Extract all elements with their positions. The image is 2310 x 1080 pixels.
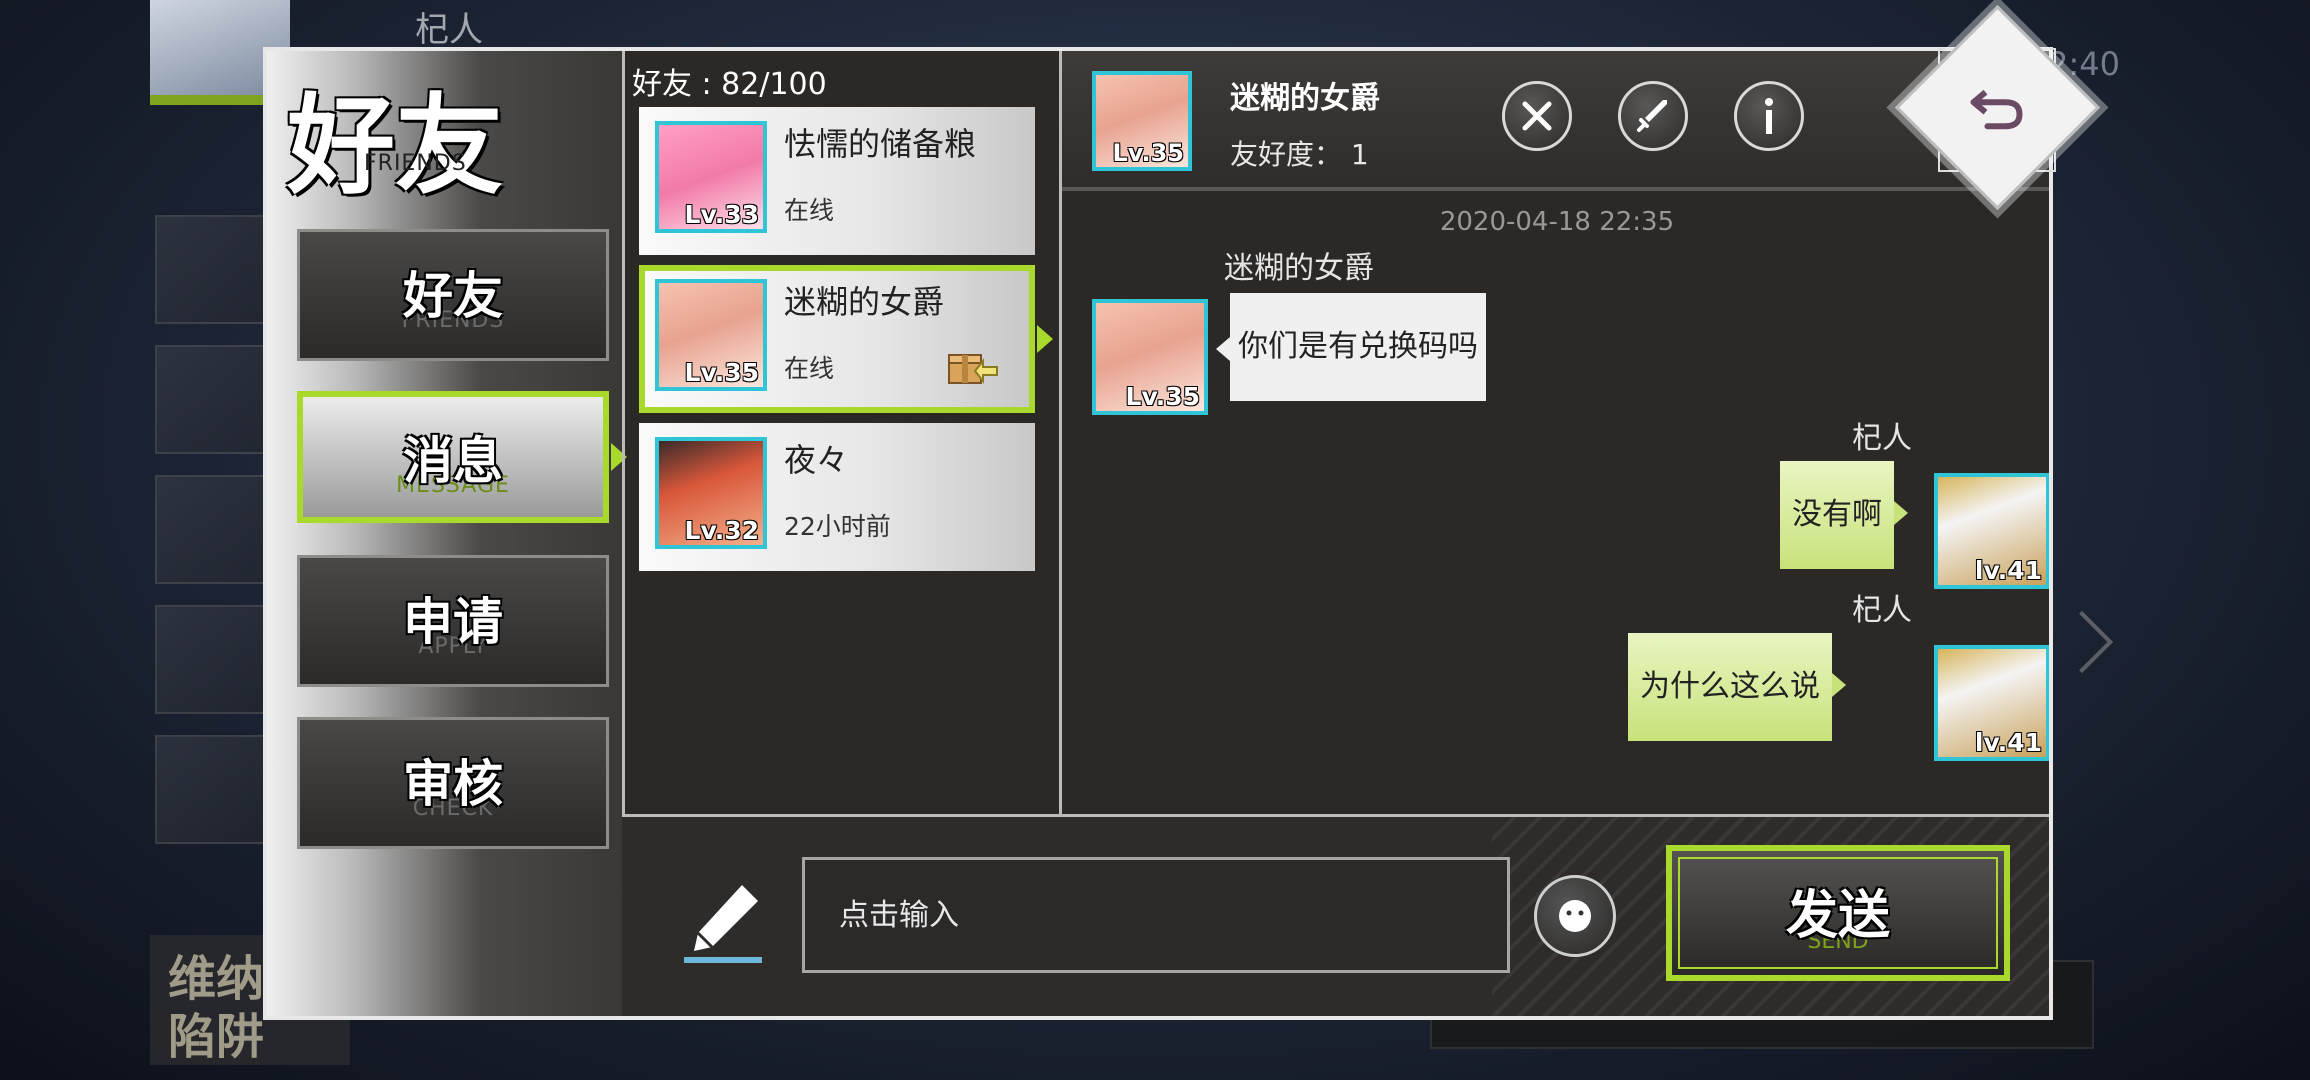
friend-status: 在线: [784, 196, 835, 225]
duel-button[interactable]: [1618, 81, 1688, 151]
chat-messages: 2020-04-18 22:35 Lv.35 迷糊的女爵 你们是有兑换码吗 杞人…: [1062, 187, 2049, 814]
white-hair-avatar-icon[interactable]: lv.41: [1934, 645, 2049, 761]
friend-name: 怯懦的储备粮: [784, 125, 977, 163]
gift-box-icon[interactable]: [947, 345, 999, 387]
close-icon: [1522, 101, 1552, 131]
friends-nav: 好友 FRIENDS 好友 FRIENDS 消息 MESSAGE 申请 APPL…: [267, 51, 627, 1016]
peach-hair-avatar-icon: Lv.35: [655, 279, 767, 391]
avatar-level: Lv.35: [1112, 139, 1185, 167]
nav-button-label: 消息: [403, 432, 503, 490]
bg-tile: [155, 345, 279, 454]
send-button[interactable]: 发送 SEND: [1666, 845, 2010, 981]
friend-status: 22小时前: [784, 512, 891, 541]
nav-apply-button[interactable]: 申请 APPLY: [297, 555, 609, 687]
bg-tile: [155, 215, 279, 324]
nav-button-label: 好友: [403, 267, 503, 325]
avatar-level: Lv.32: [684, 516, 759, 545]
friend-count: 好友 : 82/100: [632, 67, 827, 102]
emoji-button[interactable]: [1534, 875, 1616, 957]
message-bubble: 你们是有兑换码吗: [1216, 293, 1486, 401]
bg-tile: [155, 475, 279, 584]
smiley-icon: [1559, 900, 1591, 932]
pencil-icon: [684, 885, 762, 963]
message-sender: 杞人: [1852, 593, 1912, 628]
delete-friend-button[interactable]: [1502, 81, 1572, 151]
avatar-level: Lv.35: [684, 358, 759, 387]
message-sender: 杞人: [1852, 421, 1912, 456]
chat-header: Lv.35 迷糊的女爵 友好度： 1: [1062, 51, 2049, 191]
bg-venus-text: 陷阱: [168, 1009, 265, 1065]
avatar-level: lv.41: [1974, 728, 2042, 757]
pink-hair-avatar-icon: Lv.33: [655, 121, 767, 233]
pirate-avatar-icon: Lv.32: [655, 437, 767, 549]
send-button-label: 发送: [1785, 886, 1890, 946]
message-bubble: 为什么这么说: [1628, 633, 1846, 741]
message-input[interactable]: [802, 857, 1510, 973]
chat-timestamp: 2020-04-18 22:35: [1439, 207, 1675, 237]
chat-partner-name: 迷糊的女爵: [1230, 81, 1380, 116]
white-hair-avatar-icon[interactable]: lv.41: [1934, 473, 2049, 589]
sword-icon: [1637, 100, 1667, 132]
nav-message-button[interactable]: 消息 MESSAGE: [297, 391, 627, 523]
friend-status: 在线: [784, 354, 835, 383]
edit-button[interactable]: [678, 877, 768, 967]
nav-title: 好友: [287, 83, 504, 209]
bg-player-name: 杞人: [415, 10, 483, 50]
chat-partner-affinity: 友好度： 1: [1230, 138, 1369, 171]
friend-card[interactable]: Lv.35 迷糊的女爵 在线: [639, 265, 1053, 413]
return-arrow-icon: [1970, 89, 2023, 129]
friend-card[interactable]: Lv.33 怯懦的储备粮 在线: [639, 107, 1035, 255]
avatar-level: lv.41: [1974, 556, 2042, 585]
avatar-level: Lv.33: [684, 200, 759, 229]
friend-list-panel: 好友 : 82/100 Lv.33 怯懦的储备粮 在线 Lv.35 迷糊的女爵 …: [622, 51, 1062, 814]
nav-friends-button[interactable]: 好友 FRIENDS: [297, 229, 609, 361]
avatar-level: Lv.35: [1125, 382, 1200, 411]
peach-hair-avatar-icon[interactable]: Lv.35: [1092, 299, 1208, 415]
bg-tile: [155, 605, 279, 714]
friend-name: 迷糊的女爵: [784, 283, 945, 321]
info-button[interactable]: [1734, 81, 1804, 151]
bg-tile: [155, 735, 279, 844]
nav-button-label: 审核: [403, 755, 503, 813]
nav-check-button[interactable]: 审核 CHECK: [297, 717, 609, 849]
bg-chevron-right-icon: [2050, 610, 2114, 674]
friend-name: 夜々: [784, 441, 849, 479]
message-bubble: 没有啊: [1780, 461, 1908, 569]
friend-card[interactable]: Lv.32 夜々 22小时前: [639, 423, 1035, 571]
friends-dialog: 好友 FRIENDS 好友 FRIENDS 消息 MESSAGE 申请 APPL…: [263, 47, 2053, 1020]
message-input-bar: 发送 SEND: [622, 814, 2049, 1016]
nav-title-sub: FRIENDS: [364, 151, 467, 176]
message-sender: 迷糊的女爵: [1224, 251, 1374, 286]
info-icon: [1765, 98, 1773, 134]
nav-button-label: 申请: [403, 593, 503, 651]
peach-hair-avatar-icon[interactable]: Lv.35: [1092, 71, 1192, 171]
